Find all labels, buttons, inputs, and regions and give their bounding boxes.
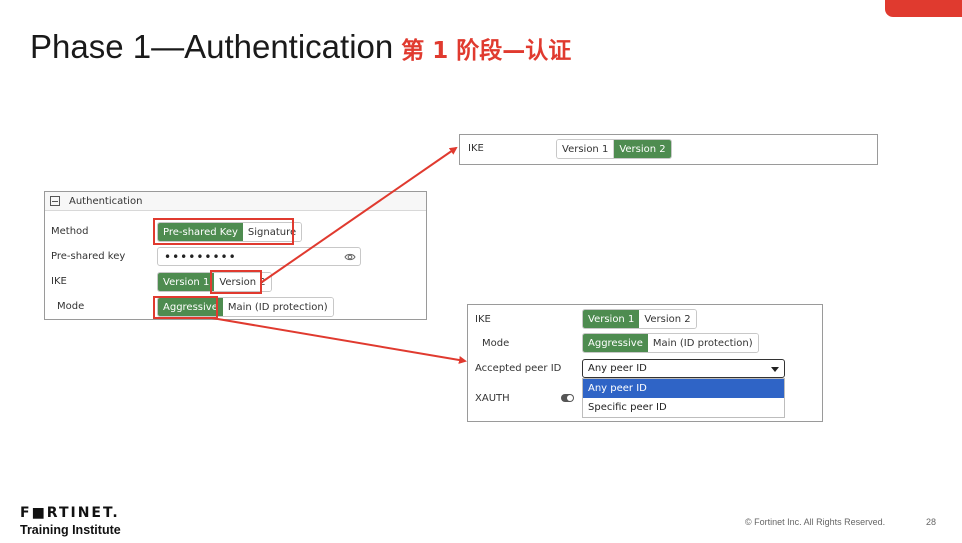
pre-shared-key-input[interactable]: ••••••••• xyxy=(157,247,361,266)
accepted-peer-id-value: Any peer ID xyxy=(588,363,647,374)
mode-aggressive-button[interactable]: Aggressive xyxy=(583,334,648,352)
xauth-toggle-icon[interactable] xyxy=(561,394,574,402)
mode-label: Mode xyxy=(57,301,85,312)
authentication-panel: Authentication Method Pre-shared Key Sig… xyxy=(44,191,427,320)
method-highlight-box xyxy=(153,218,294,245)
corner-accent-tab xyxy=(885,0,962,17)
ike-version-1-button[interactable]: Version 1 xyxy=(557,140,614,158)
ike-label: IKE xyxy=(51,276,67,287)
ike-version-2-highlight-box xyxy=(210,270,262,294)
caret-down-icon[interactable] xyxy=(771,367,779,372)
ike-version-1-button[interactable]: Version 1 xyxy=(158,273,215,291)
slide-title: Phase 1—Authentication 第 1 阶段—认证 xyxy=(30,28,571,68)
ike-version-2-button[interactable]: Version 2 xyxy=(639,310,696,328)
pre-shared-key-label: Pre-shared key xyxy=(51,251,126,262)
ike-label: IKE xyxy=(468,143,484,154)
slide-title-english: Phase 1—Authentication xyxy=(30,28,394,65)
arrow-to-peer-id-panel xyxy=(211,317,467,364)
accepted-peer-id-label: Accepted peer ID xyxy=(475,363,562,374)
ike-label: IKE xyxy=(475,314,491,325)
peer-id-panel: IKE Version 1 Version 2 Mode Aggressive … xyxy=(467,304,823,422)
collapse-minus-icon[interactable] xyxy=(50,196,60,206)
fortinet-logo: F■RTINET. xyxy=(20,505,120,521)
xauth-label: XAUTH xyxy=(475,393,510,404)
aggressive-highlight-box xyxy=(153,296,218,319)
accepted-peer-id-dropdown: Any peer ID Specific peer ID xyxy=(582,378,785,418)
peer-id-option-any[interactable]: Any peer ID xyxy=(583,379,784,398)
authentication-header-label: Authentication xyxy=(69,196,143,207)
slide-title-chinese: 第 1 阶段—认证 xyxy=(401,38,572,64)
training-institute-label: Training Institute xyxy=(20,523,121,537)
copyright-text: © Fortinet Inc. All Rights Reserved. xyxy=(745,517,886,527)
mode-label: Mode xyxy=(482,338,510,349)
pre-shared-key-value: ••••••••• xyxy=(164,249,237,264)
accepted-peer-id-select[interactable]: Any peer ID xyxy=(582,359,785,378)
ike-version-selector: Version 1 Version 2 xyxy=(582,309,697,329)
peer-id-option-specific[interactable]: Specific peer ID xyxy=(583,398,784,417)
eye-icon[interactable] xyxy=(344,251,356,263)
page-number: 28 xyxy=(926,517,937,527)
ike-version-panel: IKE Version 1 Version 2 xyxy=(459,134,878,165)
authentication-header[interactable]: Authentication xyxy=(45,192,426,211)
mode-selector: Aggressive Main (ID protection) xyxy=(582,333,759,353)
ike-version-selector: Version 1 Version 2 xyxy=(556,139,672,159)
mode-main-button[interactable]: Main (ID protection) xyxy=(647,334,758,352)
method-label: Method xyxy=(51,226,89,237)
mode-main-button[interactable]: Main (ID protection) xyxy=(222,298,333,316)
ike-version-1-button[interactable]: Version 1 xyxy=(583,310,640,328)
ike-version-2-button[interactable]: Version 2 xyxy=(613,140,671,158)
